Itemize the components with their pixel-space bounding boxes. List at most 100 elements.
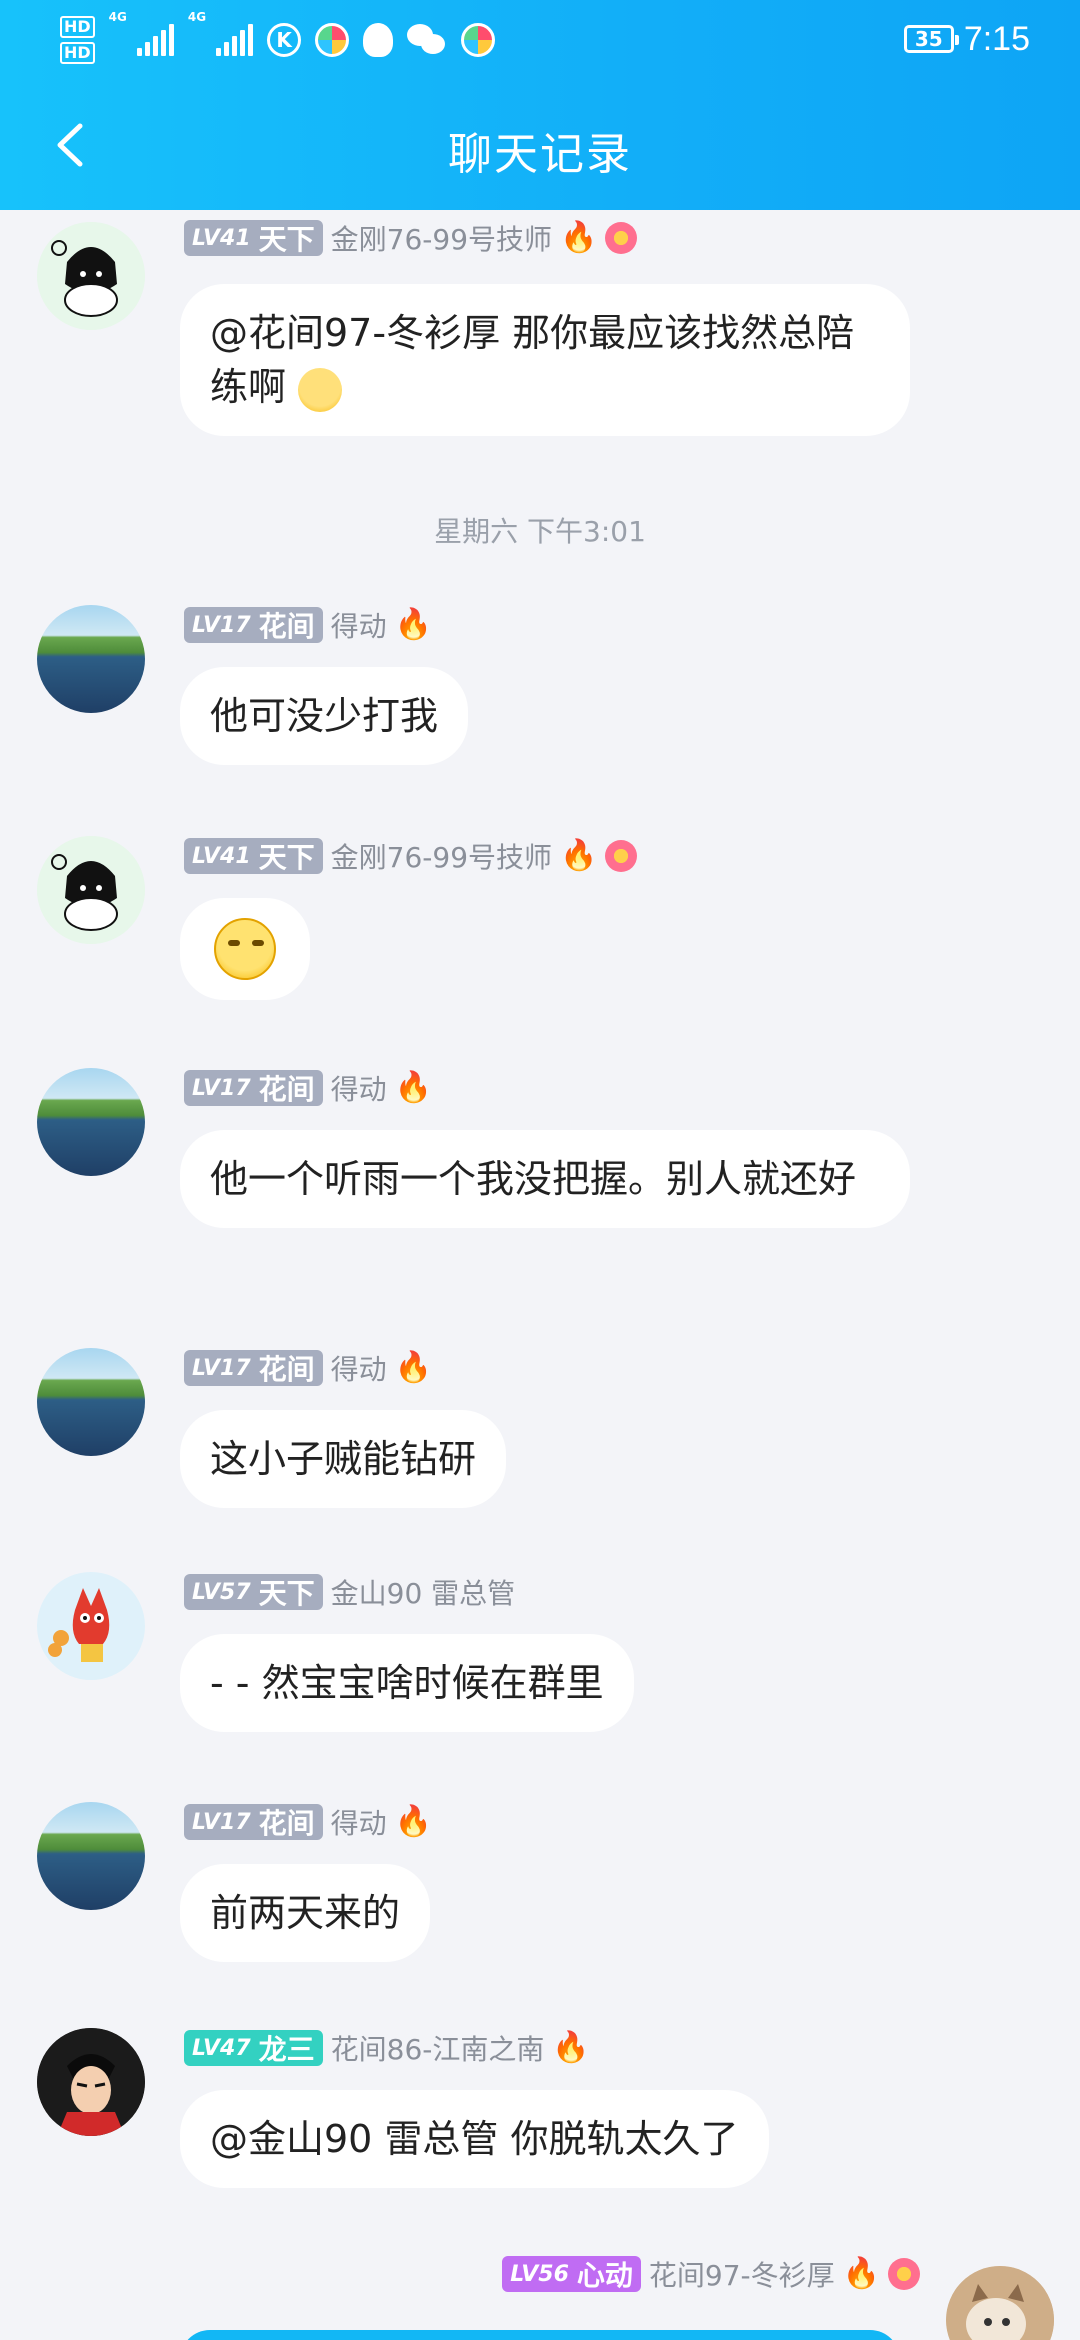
flower-icon (888, 2258, 920, 2290)
avatar[interactable] (37, 605, 145, 713)
sender-nickname[interactable]: 得动 (331, 1348, 387, 1388)
avatar[interactable] (37, 1572, 145, 1680)
sender-nickname[interactable]: 金刚76-99号技师 (331, 836, 552, 876)
sender-nickname[interactable]: 花间86-江南之南 (331, 2028, 545, 2068)
avatar[interactable] (37, 1802, 145, 1910)
sender-nickname[interactable]: 得动 (331, 1802, 387, 1842)
chat-history[interactable]: LV41 天下 金刚76-99号技师 🔥 @花间97-冬衫厚 那你最应该找然总陪… (0, 210, 1080, 2340)
message-bubble[interactable]: 他一个听雨一个我没把握。别人就还好 (180, 1130, 910, 1228)
battery-icon: 35 (903, 25, 959, 53)
level-number: LV17 (192, 1075, 251, 1101)
signal-icon (136, 24, 174, 56)
avatar[interactable] (37, 2028, 145, 2136)
message-text: - - 然宝宝啥时候在群里 (210, 1661, 604, 1705)
level-number: LV41 (192, 843, 251, 869)
message-bubble-mine[interactable] (180, 2330, 900, 2340)
level-number: LV47 (192, 2035, 251, 2061)
k-app-icon: K (267, 23, 302, 57)
rank-title: 花间 (258, 1073, 315, 1106)
level-badge: LV17 花间 (184, 1070, 323, 1106)
battery-level: 35 (914, 27, 943, 51)
level-badge: LV17 花间 (184, 1804, 323, 1840)
rank-title: 天下 (258, 223, 315, 256)
network-type-2: 4G (187, 10, 207, 24)
message-meta: LV17 花间 得动 🔥 (184, 1348, 432, 1388)
level-badge: LV57 天下 (184, 1574, 323, 1610)
rank-title: 天下 (258, 1577, 315, 1610)
sender-nickname[interactable]: 金山90 雷总管 (331, 1572, 516, 1612)
message-meta: LV56 心动 花间97-冬衫厚 🔥 (502, 2254, 920, 2294)
message-meta: LV17 花间 得动 🔥 (184, 1068, 432, 1108)
message-meta: LV41 天下 金刚76-99号技师 🔥 (184, 218, 638, 258)
smiley-face-icon (214, 918, 276, 980)
level-number: LV57 (192, 1579, 251, 1605)
level-badge: LV41 天下 (184, 838, 323, 874)
message-meta: LV17 花间 得动 🔥 (184, 1802, 432, 1842)
sender-nickname[interactable]: 得动 (331, 1068, 387, 1108)
level-badge: LV47 龙三 (184, 2030, 323, 2066)
level-badge: LV17 花间 (184, 607, 323, 643)
level-badge: LV41 天下 (184, 220, 323, 256)
rank-title: 心动 (576, 2259, 633, 2292)
rank-title: 龙三 (258, 2033, 315, 2066)
message-text: @金山90 雷总管 你脱轨太久了 (210, 2117, 739, 2161)
red-fox-avatar-icon (37, 1572, 145, 1680)
message-text: 前两天来的 (210, 1891, 401, 1935)
rank-title: 花间 (258, 1353, 315, 1386)
hd1-badge: HD (60, 16, 95, 38)
level-badge: LV56 心动 (502, 2256, 641, 2292)
message-bubble[interactable]: 这小子贼能钻研 (180, 1410, 507, 1508)
avatar[interactable] (37, 222, 145, 330)
thinking-emoji-icon (298, 367, 343, 412)
timestamp: 星期六 下午3:01 (434, 515, 646, 548)
sender-nickname[interactable]: 金刚76-99号技师 (331, 218, 552, 258)
avatar[interactable] (946, 2266, 1054, 2340)
level-number: LV17 (192, 612, 251, 638)
fire-icon: 🔥 (394, 607, 433, 642)
nav-bar: 聊天记录 (0, 100, 1080, 190)
level-number: LV41 (192, 225, 251, 251)
cat-photo-avatar-icon (946, 2266, 1054, 2340)
rank-title: 花间 (258, 1807, 315, 1840)
message-meta: LV57 天下 金山90 雷总管 (184, 1572, 515, 1612)
fire-icon: 🔥 (394, 1804, 433, 1839)
network-type-1: 4G (108, 10, 127, 24)
header: HD HD 4G 4G K 35 7:15 聊天记录 (0, 0, 1080, 210)
message-meta: LV17 花间 得动 🔥 (184, 605, 432, 645)
message-meta: LV41 天下 金刚76-99号技师 🔥 (184, 836, 638, 876)
avatar[interactable] (37, 836, 145, 944)
level-number: LV17 (192, 1355, 251, 1381)
level-badge: LV17 花间 (184, 1350, 323, 1386)
sender-nickname[interactable]: 花间97-冬衫厚 (649, 2254, 835, 2294)
avatar[interactable] (37, 1068, 145, 1176)
message-bubble[interactable]: - - 然宝宝啥时候在群里 (180, 1634, 634, 1732)
signal-icon-2 (216, 24, 254, 56)
message-bubble[interactable]: 前两天来的 (180, 1864, 431, 1962)
hd-indicators: HD HD (60, 16, 95, 64)
fire-icon: 🔥 (552, 2030, 590, 2065)
message-bubble[interactable] (180, 898, 310, 1000)
k-app-label: K (276, 28, 292, 52)
fire-icon: 🔥 (560, 220, 598, 255)
message-bubble[interactable]: @花间97-冬衫厚 那你最应该找然总陪练啊 (180, 284, 910, 436)
message-text: 他可没少打我 (210, 694, 439, 738)
avatar[interactable] (37, 1348, 145, 1456)
rank-title: 花间 (258, 610, 315, 643)
colorful-app-icon (315, 23, 350, 57)
status-left: HD HD 4G 4G K (60, 10, 496, 70)
anime-character-avatar-icon (37, 2028, 145, 2136)
page-title: 聊天记录 (448, 129, 632, 180)
fire-icon: 🔥 (560, 838, 598, 873)
rank-title: 天下 (258, 841, 315, 874)
fire-icon: 🔥 (842, 2256, 880, 2291)
message-meta: LV47 龙三 花间86-江南之南 🔥 (184, 2028, 590, 2068)
message-text: 他一个听雨一个我没把握。别人就还好 (210, 1157, 857, 1201)
flower-icon (605, 222, 638, 254)
colorful-app-icon-2 (461, 23, 496, 57)
message-bubble[interactable]: @金山90 雷总管 你脱轨太久了 (180, 2090, 769, 2188)
fire-icon: 🔥 (394, 1070, 433, 1105)
sender-nickname[interactable]: 得动 (331, 605, 387, 645)
status-right: 35 7:15 (903, 14, 1030, 64)
wechat-icon (407, 24, 447, 56)
message-bubble[interactable]: 他可没少打我 (180, 667, 469, 765)
